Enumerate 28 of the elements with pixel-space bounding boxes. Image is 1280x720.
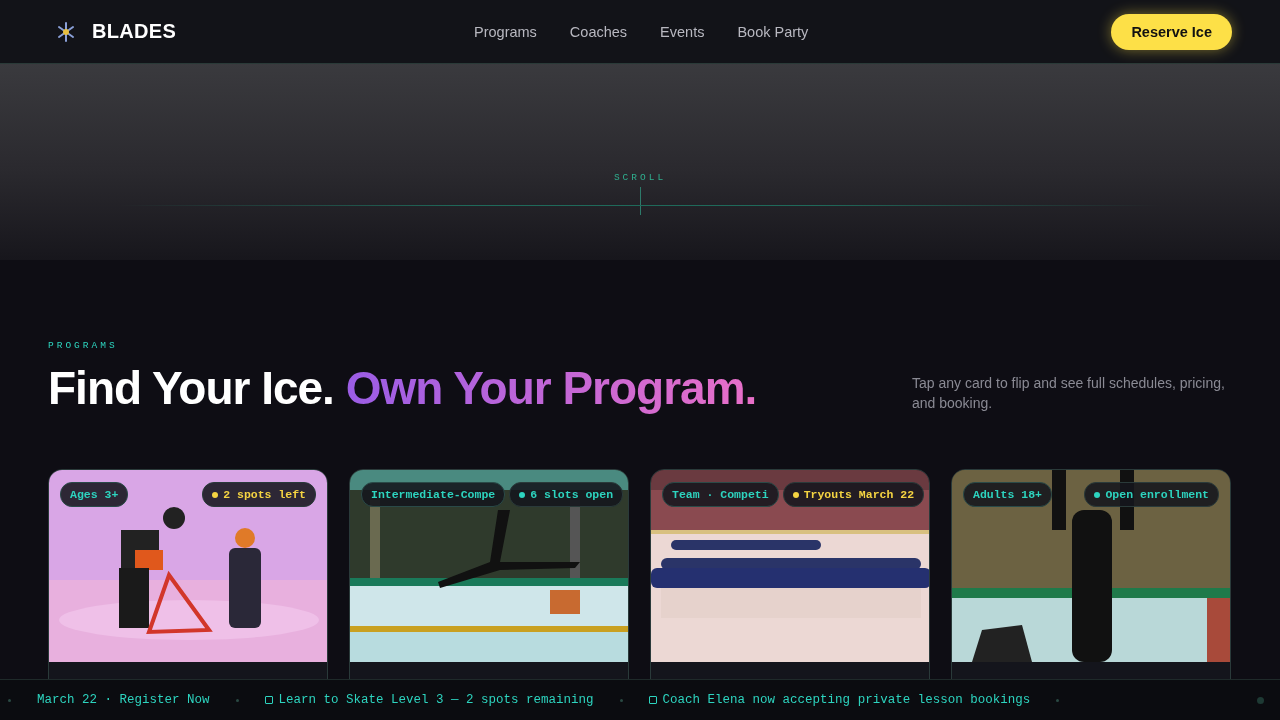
brand-name[interactable]: BLADES <box>92 20 177 43</box>
program-card[interactable]: Intermediate-Compe 6 slots open <box>349 469 629 681</box>
scroll-line <box>639 187 641 215</box>
nav-link[interactable]: Programs <box>474 23 537 40</box>
reserve-button[interactable]: Reserve Ice <box>1111 13 1232 50</box>
program-tag: Adults 18+ <box>963 482 1052 507</box>
program-tag: Ages 3+ <box>60 482 129 507</box>
program-card[interactable]: Ages 3+ 2 spots left <box>48 469 328 681</box>
section-intro: Tap any card to flip and see full schedules, pricing, and booking. <box>912 374 1226 413</box>
square-icon <box>648 696 657 704</box>
square-icon <box>264 696 273 704</box>
program-tag: Team · Competi <box>662 482 779 507</box>
program-card[interactable]: Team · Competi Tryouts March 22 <box>650 469 930 681</box>
nav-link[interactable]: Events <box>660 23 705 40</box>
ticker-text: March 22 · Register Now <box>37 693 210 707</box>
nav-link[interactable]: Coaches <box>569 23 628 40</box>
ticker-text: Coach Elena now accepting private lesson bookings <box>662 693 1031 707</box>
ticker-text: Learn to Skate Level 3 — 2 spots remaining <box>278 693 594 707</box>
status-badge: Open enrollment <box>1084 482 1219 507</box>
status-badge: 6 slots open <box>509 482 624 507</box>
program-tag: Intermediate-Compe <box>361 482 506 507</box>
nav-link[interactable]: Book Party <box>737 23 809 40</box>
section-eyebrow: PROGRAMS <box>48 340 119 351</box>
scroll-label: SCROLL <box>613 172 667 183</box>
program-card[interactable]: Adults 18+ Open enrollment <box>951 469 1231 681</box>
dot-icon <box>1257 696 1264 704</box>
status-badge: 2 spots left <box>202 482 316 507</box>
status-badge: Tryouts March 22 <box>782 482 925 507</box>
